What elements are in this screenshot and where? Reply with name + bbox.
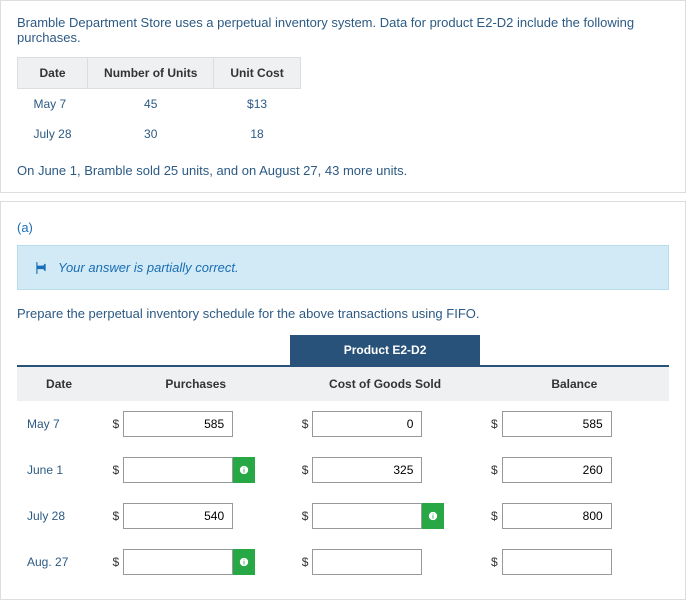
cell-units: 45: [88, 89, 214, 120]
purchases-input[interactable]: [123, 549, 233, 575]
schedule-row: June 1 $ $ $: [17, 447, 669, 493]
balance-input[interactable]: [502, 457, 612, 483]
purchases-input[interactable]: [123, 457, 233, 483]
cell-date: May 7: [18, 89, 88, 120]
cell-date: May 7: [17, 401, 101, 447]
cell-cost: $13: [214, 89, 300, 120]
balance-input[interactable]: [502, 503, 612, 529]
col-purchases: Purchases: [101, 366, 290, 401]
cell-date: Aug. 27: [17, 539, 101, 585]
schedule-row: Aug. 27 $ $ $: [17, 539, 669, 585]
info-marker-icon: [233, 457, 255, 483]
dollar-sign: $: [107, 463, 119, 477]
part-label: (a): [17, 216, 669, 245]
col-units: Number of Units: [88, 58, 214, 89]
schedule-row: May 7 $ $ $: [17, 401, 669, 447]
problem-note: On June 1, Bramble sold 25 units, and on…: [17, 163, 669, 178]
empty-header: [101, 335, 290, 366]
empty-header: [480, 335, 669, 366]
dollar-sign: $: [296, 463, 308, 477]
balance-input[interactable]: [502, 549, 612, 575]
dollar-sign: $: [107, 417, 119, 431]
dollar-sign: $: [296, 417, 308, 431]
schedule-row: July 28 $ $ $: [17, 493, 669, 539]
purchases-input[interactable]: [123, 503, 233, 529]
dollar-sign: $: [296, 555, 308, 569]
cell-date: June 1: [17, 447, 101, 493]
dollar-sign: $: [296, 509, 308, 523]
dollar-sign: $: [107, 509, 119, 523]
dollar-sign: $: [486, 463, 498, 477]
cell-purchases: $: [101, 493, 290, 539]
feedback-alert: Your answer is partially correct.: [17, 245, 669, 290]
cell-cogs: $: [290, 401, 479, 447]
cell-cost: 18: [214, 119, 300, 149]
cell-date: July 28: [18, 119, 88, 149]
product-header: Product E2-D2: [290, 335, 479, 366]
cell-units: 30: [88, 119, 214, 149]
flag-icon: [34, 261, 48, 275]
col-date: Date: [18, 58, 88, 89]
balance-input[interactable]: [502, 411, 612, 437]
cell-date: July 28: [17, 493, 101, 539]
empty-header: [17, 335, 101, 366]
dollar-sign: $: [486, 417, 498, 431]
dollar-sign: $: [486, 509, 498, 523]
info-marker-icon: [422, 503, 444, 529]
cell-cogs: $: [290, 493, 479, 539]
cell-cogs: $: [290, 539, 479, 585]
table-row: May 7 45 $13: [18, 89, 301, 120]
cell-balance: $: [480, 447, 669, 493]
col-cost: Unit Cost: [214, 58, 300, 89]
purchases-table: Date Number of Units Unit Cost May 7 45 …: [17, 57, 301, 149]
dollar-sign: $: [107, 555, 119, 569]
dollar-sign: $: [486, 555, 498, 569]
col-balance: Balance: [480, 366, 669, 401]
cell-purchases: $: [101, 447, 290, 493]
cell-balance: $: [480, 539, 669, 585]
answer-panel: (a) Your answer is partially correct. Pr…: [0, 201, 686, 600]
col-cogs: Cost of Goods Sold: [290, 366, 479, 401]
cogs-input[interactable]: [312, 411, 422, 437]
problem-panel: Bramble Department Store uses a perpetua…: [0, 0, 686, 193]
cell-balance: $: [480, 401, 669, 447]
feedback-text: Your answer is partially correct.: [58, 260, 239, 275]
info-marker-icon: [233, 549, 255, 575]
cogs-input[interactable]: [312, 457, 422, 483]
instruction-text: Prepare the perpetual inventory schedule…: [17, 306, 669, 321]
cogs-input[interactable]: [312, 503, 422, 529]
table-row: July 28 30 18: [18, 119, 301, 149]
col-date: Date: [17, 366, 101, 401]
cogs-input[interactable]: [312, 549, 422, 575]
cell-purchases: $: [101, 401, 290, 447]
cell-cogs: $: [290, 447, 479, 493]
purchases-input[interactable]: [123, 411, 233, 437]
cell-balance: $: [480, 493, 669, 539]
cell-purchases: $: [101, 539, 290, 585]
problem-intro: Bramble Department Store uses a perpetua…: [17, 15, 669, 45]
schedule-table: Product E2-D2 Date Purchases Cost of Goo…: [17, 335, 669, 585]
